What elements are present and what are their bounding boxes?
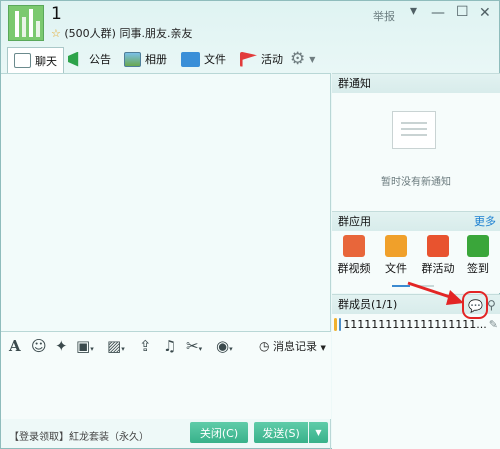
chat-bubble-icon	[14, 53, 31, 68]
search-icon[interactable]: ⚲	[487, 295, 496, 315]
report-link[interactable]: 举报	[373, 8, 395, 24]
input-toolbar: A ☺ ✦ ▣▾ ▨▾ ⇪ ♫ ✂▾ ◉▾ ◷ 消息记录 ▼	[1, 331, 331, 359]
annotation-arrow	[407, 281, 464, 305]
send-options-button[interactable]: ▼	[309, 422, 328, 443]
settings-menu[interactable]: ⚙ ▼	[290, 47, 315, 71]
chevron-down-icon: ▼	[315, 428, 322, 437]
chevron-down-icon: ▼	[320, 344, 326, 352]
flag-icon	[240, 51, 257, 67]
apps-title: 群应用	[338, 215, 371, 228]
header: 1 ☆ (500人群) 同事.朋友.亲友 举报 ▾ — ☐ ✕	[1, 1, 499, 44]
upload-icon[interactable]: ⇪	[139, 337, 152, 355]
edit-icon[interactable]: ✎	[489, 318, 498, 331]
clock-icon: ◷	[259, 339, 270, 353]
send-button[interactable]: 发送(S)	[254, 422, 308, 443]
app-group-activity[interactable]: 群活动	[416, 235, 460, 276]
skin-icon[interactable]: ▾	[410, 3, 417, 19]
activity-icon	[427, 235, 449, 257]
member-name: 1111111111111111111...	[343, 317, 487, 331]
tab-activity-label: 活动	[261, 53, 283, 66]
avatar	[338, 317, 342, 331]
chat-message-area[interactable]	[1, 73, 331, 331]
message-record-button[interactable]: ◷ 消息记录 ▼	[259, 338, 326, 354]
app-files[interactable]: 文件	[374, 235, 418, 276]
app-group-video[interactable]: 群视频	[332, 235, 376, 276]
apps-more-link[interactable]: 更多	[474, 212, 496, 232]
app-label: 群活动	[421, 262, 455, 275]
apps-header: 群应用 更多	[332, 211, 500, 231]
scissors-icon[interactable]: ✂▾	[186, 337, 202, 355]
group-title: 1	[51, 4, 62, 24]
close-icon[interactable]: ✕	[479, 5, 491, 21]
app-label: 群视频	[337, 262, 371, 275]
annotation-circle	[462, 291, 488, 319]
close-button[interactable]: 关闭(C)	[190, 422, 248, 443]
gear-icon: ⚙	[290, 49, 306, 69]
folder-icon	[181, 51, 200, 67]
owner-badge-icon	[334, 317, 337, 331]
tab-files[interactable]: 文件	[181, 47, 226, 71]
message-record-label: 消息记录	[272, 340, 317, 353]
group-size: (500人群)	[64, 27, 116, 40]
bottom-bar: 【登录领取】紅龙套装（永久） 关闭(C) 发送(S) ▼	[1, 421, 331, 449]
group-tags: 同事.朋友.亲友	[119, 27, 193, 40]
more-tools-icon[interactable]: ◉▾	[216, 337, 233, 355]
photo-icon	[124, 51, 141, 67]
message-input[interactable]	[1, 359, 331, 419]
promo-link[interactable]: 【登录领取】紅龙套装（永久）	[9, 428, 149, 443]
music-icon[interactable]: ♫	[163, 337, 176, 355]
tab-chat[interactable]: 聊天	[7, 47, 64, 73]
notice-empty-text: 暂时没有新通知	[381, 177, 451, 188]
tab-chat-label: 聊天	[35, 54, 57, 68]
notice-board-icon	[392, 111, 436, 149]
video-icon	[343, 235, 365, 257]
checkin-icon	[467, 235, 489, 257]
nudge-icon[interactable]: ✦	[55, 337, 68, 355]
notice-header: 群通知	[332, 73, 500, 93]
tab-album-label: 相册	[145, 53, 167, 66]
minimize-icon[interactable]: —	[431, 5, 445, 21]
members-title: 群成员(1/1)	[338, 298, 398, 311]
tab-files-label: 文件	[204, 53, 226, 66]
tab-announcement[interactable]: 公告	[68, 47, 111, 71]
emoji-icon[interactable]: ☺	[31, 337, 47, 355]
tab-bar: 聊天 公告 相册 文件 活动 ⚙ ▼	[1, 45, 499, 73]
app-checkin[interactable]: 签到	[456, 235, 500, 276]
notice-panel: 暂时没有新通知	[332, 93, 500, 211]
font-icon[interactable]: A	[9, 337, 21, 355]
app-label: 签到	[467, 262, 489, 275]
maximize-icon[interactable]: ☐	[456, 4, 469, 20]
gift-icon[interactable]: ▣▾	[76, 337, 94, 355]
group-avatar[interactable]	[8, 5, 44, 41]
tab-activity[interactable]: 活动	[240, 47, 283, 71]
app-label: 文件	[385, 262, 407, 275]
members-list: 1111111111111111111... ✎	[332, 314, 500, 449]
megaphone-icon	[68, 51, 79, 67]
chevron-down-icon: ▼	[309, 54, 316, 64]
tab-announcement-label: 公告	[89, 53, 111, 66]
group-chat-window: 1 ☆ (500人群) 同事.朋友.亲友 举报 ▾ — ☐ ✕ 聊天 公告 相册…	[0, 0, 500, 449]
folder-icon	[385, 235, 407, 257]
star-icon: ☆	[51, 27, 61, 40]
tab-album[interactable]: 相册	[124, 47, 167, 71]
group-subtitle: ☆ (500人群) 同事.朋友.亲友	[51, 25, 192, 41]
image-icon[interactable]: ▨▾	[107, 337, 125, 355]
